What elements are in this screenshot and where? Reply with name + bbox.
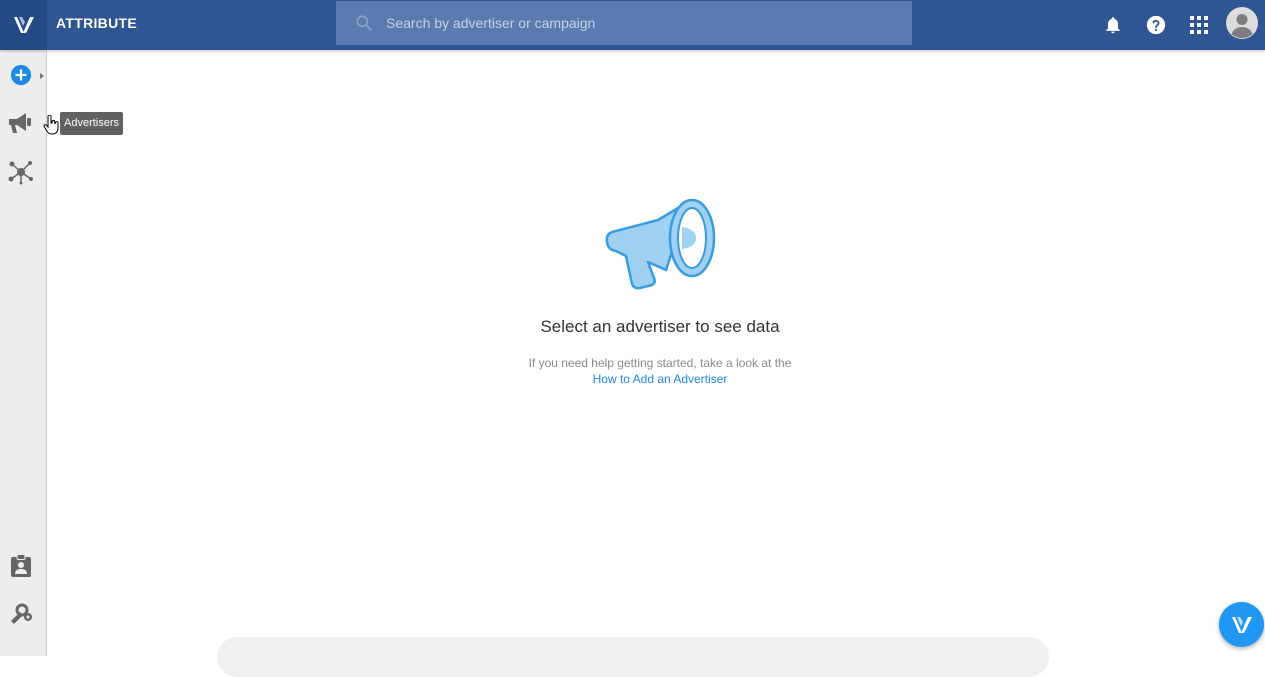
logo-button[interactable] [0, 0, 47, 50]
logo-icon [13, 17, 34, 33]
help-button[interactable] [1143, 12, 1169, 38]
bell-icon [1106, 17, 1120, 34]
sidebar-item-contacts[interactable] [6, 551, 36, 581]
top-app-bar: ATTRIBUTE [0, 0, 1265, 50]
apps-grid-icon [1190, 16, 1208, 34]
notifications-button[interactable] [1100, 12, 1126, 38]
account-button[interactable] [1226, 7, 1258, 39]
account-avatar-icon [1226, 7, 1258, 39]
sidebar-item-network[interactable] [6, 157, 36, 187]
search-icon [356, 15, 372, 31]
how-to-add-advertiser-link[interactable]: How to Add an Advertiser [460, 372, 860, 386]
megaphone-icon [9, 113, 31, 133]
empty-state-title: Select an advertiser to see data [540, 317, 780, 336]
logo-icon [1231, 616, 1252, 633]
search-bar [336, 1, 912, 45]
search-input[interactable] [386, 1, 896, 45]
bottom-panel [217, 637, 1049, 677]
tools-icon [11, 603, 32, 624]
apps-button[interactable] [1186, 12, 1212, 38]
advertisers-tooltip: Advertisers [60, 112, 124, 135]
empty-state-help-text: If you need help getting started, take a… [528, 356, 792, 370]
megaphone-illustration [605, 198, 716, 290]
plus-circle-icon [10, 64, 32, 86]
app-title: ATTRIBUTE [56, 15, 137, 31]
sidebar-item-tools[interactable] [6, 598, 36, 628]
side-nav [0, 50, 47, 656]
hand-pointer-icon [43, 115, 59, 135]
support-chat-button[interactable] [1219, 602, 1264, 647]
help-icon [1146, 15, 1166, 35]
expand-caret-icon[interactable] [40, 73, 44, 79]
clipboard-account-icon [11, 554, 31, 577]
network-icon [8, 161, 33, 185]
sidebar-item-add[interactable] [6, 60, 36, 90]
sidebar-item-advertisers[interactable] [6, 108, 36, 138]
